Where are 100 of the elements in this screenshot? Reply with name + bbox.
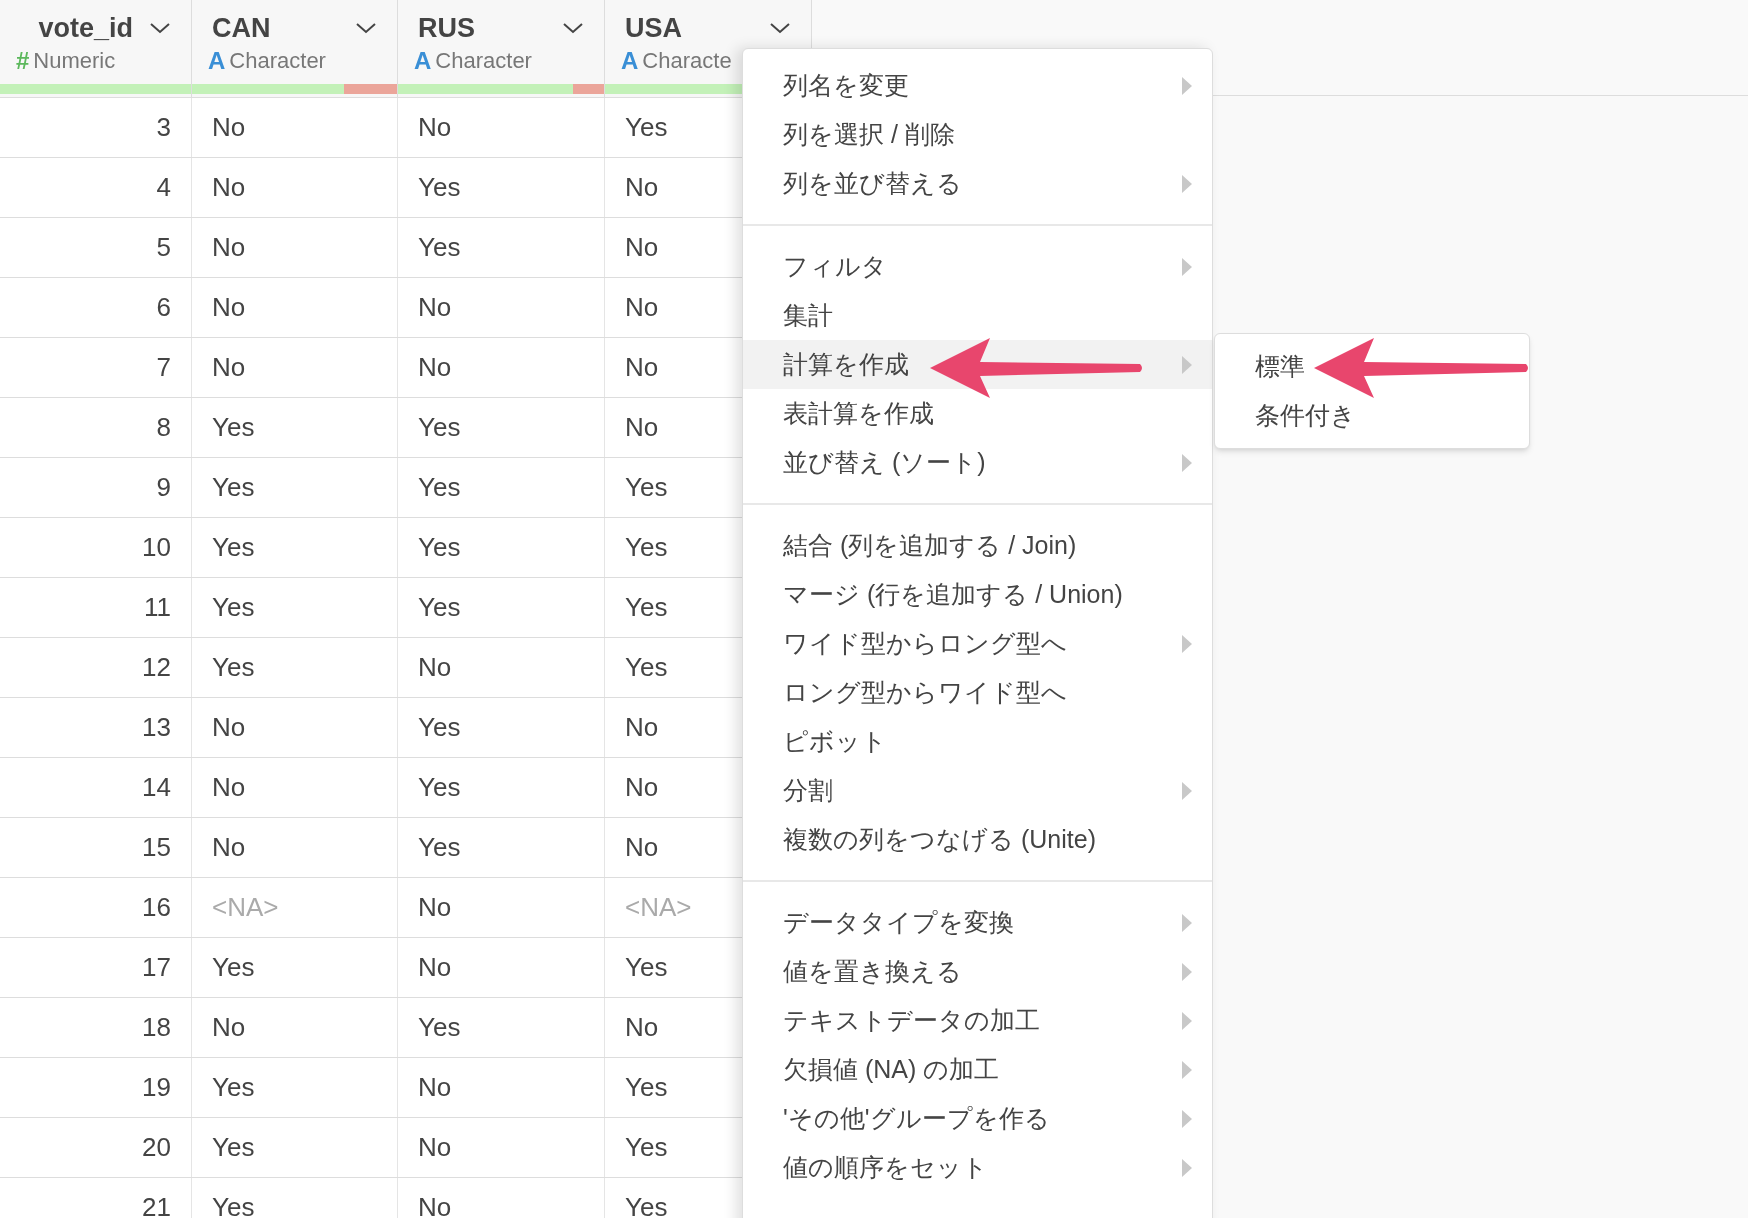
table-cell-text: No (212, 231, 246, 264)
table-cell-text: 12 (142, 651, 171, 684)
menu-item[interactable]: 標準 (1215, 342, 1529, 391)
table-cell-text: No (418, 1131, 452, 1164)
table-cell-text: 17 (142, 951, 171, 984)
column-name: vote_id (38, 12, 133, 45)
menu-item[interactable]: 列を選択 / 削除 (743, 110, 1212, 159)
table-cell-text: 20 (142, 1131, 171, 1164)
column-header[interactable]: vote_id # Numeric (0, 0, 192, 97)
chevron-down-icon[interactable] (355, 21, 377, 36)
table-cell-text: Yes (212, 411, 255, 444)
menu-item[interactable]: ワイド型からロング型へ (743, 619, 1212, 668)
table-cell-text: No (625, 711, 659, 744)
table-cell-text: 18 (142, 1011, 171, 1044)
table-cell-text: Yes (625, 951, 668, 984)
table-cell-text: Yes (418, 831, 461, 864)
table-cell-text: 11 (144, 591, 171, 624)
table-cell-text: 10 (142, 531, 171, 564)
table-cell-text: No (212, 711, 246, 744)
table-cell-text: No (418, 951, 452, 984)
type-icon: # (16, 48, 30, 73)
menu-item[interactable]: 表計算を作成 (743, 389, 1212, 438)
table-cell-text: Yes (625, 591, 668, 624)
table-cell-text: 4 (156, 171, 171, 204)
table-cell-text: No (625, 351, 659, 384)
menu-item[interactable]: 集計 (743, 291, 1212, 340)
table-cell-text: Yes (625, 1131, 668, 1164)
table-cell-text: 19 (142, 1071, 171, 1104)
menu-item[interactable]: 複数の列をつなげる (Unite) (743, 815, 1212, 864)
table-cell-text: 5 (156, 231, 171, 264)
menu-item[interactable]: 並び替え (ソート) (743, 438, 1212, 487)
menu-item[interactable]: 欠損値 (NA) の加工 (743, 1045, 1212, 1094)
table-cell-text: Yes (418, 531, 461, 564)
table-cell-text: No (418, 891, 452, 924)
table-cell-text: Yes (418, 411, 461, 444)
table-cell-text: Yes (418, 771, 461, 804)
column-name: CAN (212, 12, 271, 45)
table-cell-text: 3 (156, 111, 171, 144)
table-cell-text: Yes (625, 651, 668, 684)
table-cell-text: No (418, 1071, 452, 1104)
menu-item[interactable]: 'その他'グループを作る (743, 1094, 1212, 1143)
table-cell-text: No (625, 1011, 659, 1044)
table-cell-text: No (418, 351, 452, 384)
table-cell-text: Yes (418, 471, 461, 504)
menu-item[interactable]: フィルタ (743, 242, 1212, 291)
menu-item[interactable]: マージ (行を追加する / Union) (743, 570, 1212, 619)
table-cell-text: 6 (156, 291, 171, 324)
table-cell-text: No (212, 771, 246, 804)
menu-item[interactable]: 値の順序をセット (743, 1143, 1212, 1192)
chevron-down-icon[interactable] (149, 21, 171, 36)
table-cell-text: Yes (212, 651, 255, 684)
column-header[interactable]: RUS A Character (398, 0, 605, 97)
menu-item[interactable]: ロング型からワイド型へ (743, 668, 1212, 717)
table-cell-text: Yes (625, 111, 668, 144)
table-cell-text: 7 (156, 351, 171, 384)
chevron-down-icon[interactable] (769, 21, 791, 36)
table-cell-text: Yes (212, 471, 255, 504)
table-cell-text: No (625, 831, 659, 864)
type-icon: A (414, 48, 432, 73)
chevron-down-icon[interactable] (562, 21, 584, 36)
table-cell-text: No (625, 231, 659, 264)
table-cell-text: No (212, 351, 246, 384)
table-cell-text: Yes (418, 711, 461, 744)
table-cell-text: Yes (625, 471, 668, 504)
table-cell-text: No (212, 291, 246, 324)
table-cell-text: No (625, 771, 659, 804)
menu-item[interactable]: 結合 (列を追加する / Join) (743, 521, 1212, 570)
type-icon: A (621, 48, 639, 73)
table-cell-text: Yes (212, 531, 255, 564)
column-name: RUS (418, 12, 475, 45)
menu-item[interactable]: データタイプを変換 (743, 898, 1212, 947)
table-cell-text: Yes (418, 231, 461, 264)
menu-item[interactable]: 値を置き換える (743, 947, 1212, 996)
table-cell-text: 9 (156, 471, 171, 504)
table-cell-text: Yes (418, 171, 461, 204)
table-cell-text: 8 (156, 411, 171, 444)
table-cell-text: Yes (212, 591, 255, 624)
table-cell-text: No (625, 171, 659, 204)
table-cell-text: No (418, 111, 452, 144)
menu-item[interactable]: テキストデータの加工 (743, 996, 1212, 1045)
table-cell-text: Yes (212, 1131, 255, 1164)
table-cell-text: <NA> (212, 891, 279, 924)
table-cell-text: No (212, 831, 246, 864)
menu-item[interactable]: ピボット (743, 717, 1212, 766)
table-cell-text: Yes (418, 591, 461, 624)
table-cell-text: No (418, 1191, 452, 1218)
menu-item[interactable]: 列を並び替える (743, 159, 1212, 208)
type-label: Character (229, 49, 326, 72)
type-label: Numeric (33, 49, 116, 72)
table-cell-text: No (625, 291, 659, 324)
menu-item[interactable]: 条件付き (1215, 391, 1529, 440)
table-cell-text: Yes (625, 1071, 668, 1104)
table-cell-text: Yes (625, 531, 668, 564)
table-cell-text: Yes (212, 1071, 255, 1104)
column-header[interactable]: CAN A Character (192, 0, 398, 97)
table-cell-text: Yes (418, 1011, 461, 1044)
menu-item[interactable]: 分割 (743, 766, 1212, 815)
type-label: Character (435, 49, 532, 72)
table-cell-text: Yes (625, 1191, 668, 1218)
table-cell-text: No (212, 1011, 246, 1044)
